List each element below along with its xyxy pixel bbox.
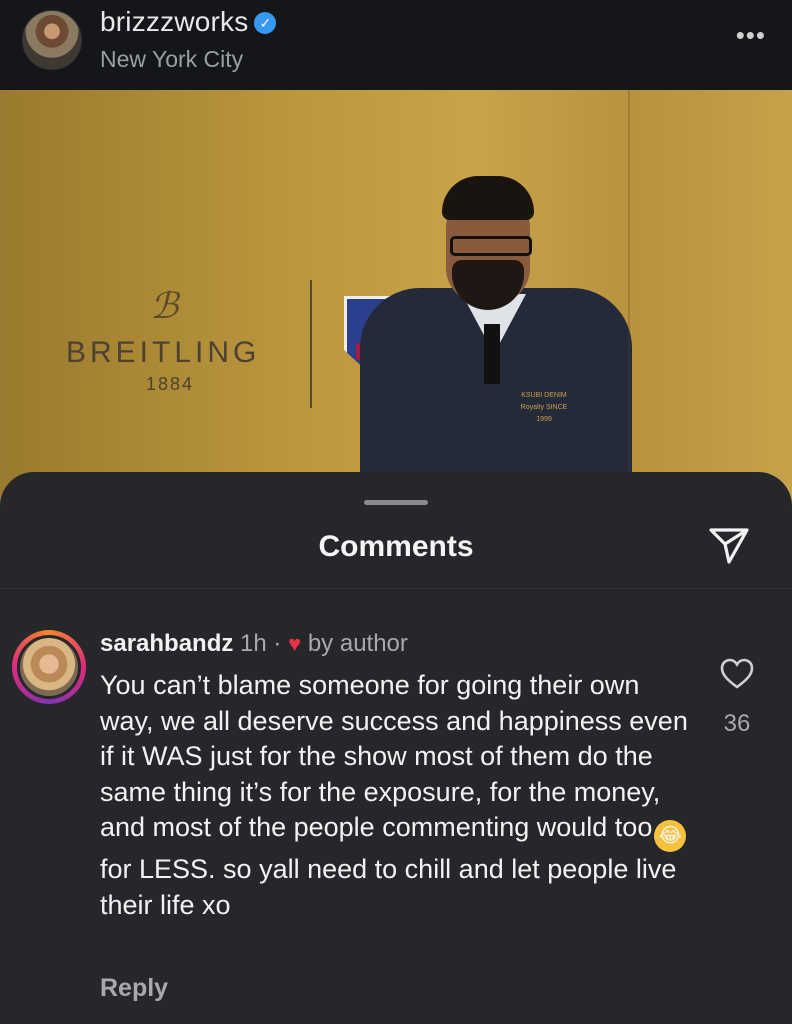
person-tie xyxy=(484,324,500,384)
breitling-logo-mark: ℬ xyxy=(150,286,179,327)
more-options-icon[interactable]: ••• xyxy=(736,20,766,51)
commenter-avatar-ring[interactable] xyxy=(12,630,86,704)
meta-separator: · xyxy=(273,630,282,657)
jacket-patch: KSUBI DENIM Royalty SINCE 1999 xyxy=(520,392,568,423)
post-photo[interactable]: ℬ BREITLING 1884 KSUBI DENIM Royalty SIN… xyxy=(0,90,792,510)
comments-sheet: Comments sarahbandz 1h · ♥ by author You… xyxy=(0,472,792,1024)
commenter-avatar[interactable] xyxy=(17,635,81,699)
sheet-grabber-handle[interactable] xyxy=(364,500,428,505)
commenter-username[interactable]: sarahbandz xyxy=(100,630,233,657)
comment-body: You can’t blame someone for going their … xyxy=(100,668,700,923)
author-username[interactable]: brizzzworks ✓ xyxy=(100,6,277,38)
comment-text-part-1: You can’t blame someone for going their … xyxy=(100,670,688,842)
reply-button[interactable]: Reply xyxy=(100,974,168,1003)
author-username-text[interactable]: brizzzworks xyxy=(100,6,248,37)
comment-meta: sarahbandz 1h · ♥ by author xyxy=(100,630,408,658)
author-heart-icon: ♥ xyxy=(288,631,302,656)
post-header: brizzzworks ✓ New York City ••• xyxy=(0,0,792,90)
comment-time: 1h xyxy=(240,630,267,657)
post-location[interactable]: New York City xyxy=(100,46,243,73)
brand-name-text: BREITLING xyxy=(66,336,261,369)
comments-title: Comments xyxy=(318,530,474,563)
like-heart-icon[interactable] xyxy=(720,658,754,690)
laughing-emoji-icon: 😂 xyxy=(654,820,687,852)
person-hair xyxy=(442,176,534,220)
author-avatar[interactable] xyxy=(22,10,82,70)
verified-badge-icon: ✓ xyxy=(254,12,277,34)
comment-text-part-2: for LESS. so yall need to chill and let … xyxy=(100,854,677,920)
person-glasses xyxy=(450,236,532,256)
liked-by-author-label: by author xyxy=(307,630,408,657)
like-count: 36 xyxy=(723,710,751,737)
sheet-divider xyxy=(0,588,792,589)
send-icon[interactable] xyxy=(708,526,750,566)
brand-year-text: 1884 xyxy=(146,374,195,394)
backdrop-divider xyxy=(310,280,312,408)
